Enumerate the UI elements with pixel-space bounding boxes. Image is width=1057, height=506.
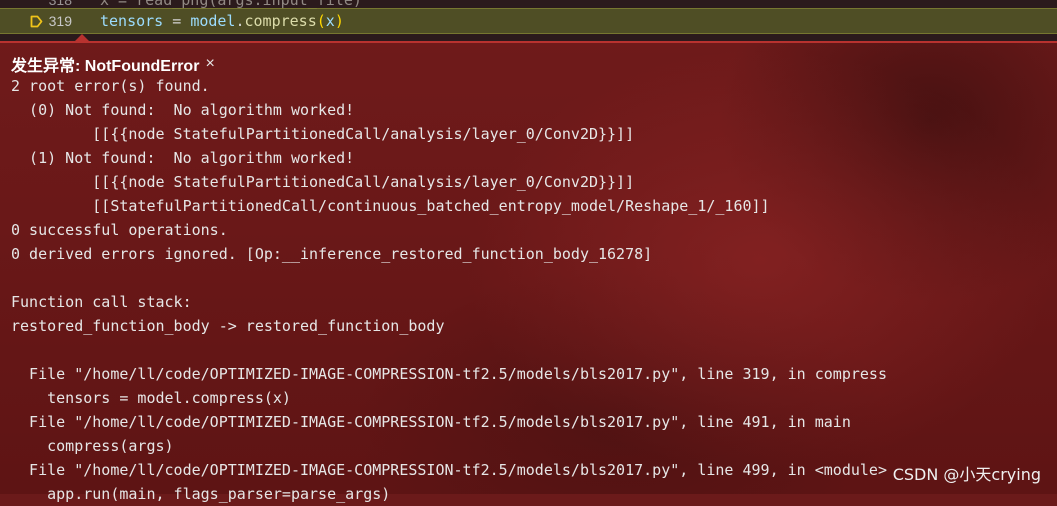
exception-message-line: (0) Not found: No algorithm worked! (11, 101, 355, 119)
exception-message-line: [[StatefulPartitionedCall/continuous_bat… (11, 197, 770, 215)
close-icon[interactable]: × (205, 55, 214, 73)
exception-message: 2 root error(s) found. (0) Not found: No… (11, 74, 887, 506)
exception-message-line: app.run(main, flags_parser=parse_args) (11, 485, 391, 503)
code-token-argument: x (325, 12, 335, 30)
exception-message-line: Function call stack: (11, 293, 192, 311)
code-token-paren-close: ) (334, 12, 344, 30)
exception-peek-widget: 发生异常: NotFoundError × 2 root error(s) fo… (0, 34, 1057, 503)
code-text: tensors = model.compress(x) (86, 12, 344, 30)
editor-code-area[interactable]: 318 x = read_png(args.input_file) 319 te… (0, 0, 1057, 41)
code-token-variable: tensors (100, 12, 164, 30)
line-number-gutter: 318 (0, 0, 86, 8)
exception-message-line: restored_function_body -> restored_funct… (11, 317, 445, 335)
exception-message-line: (1) Not found: No algorithm worked! (11, 149, 355, 167)
exception-message-line: tensors = model.compress(x) (11, 389, 291, 407)
exception-header: 发生异常: NotFoundError × (11, 52, 215, 76)
exception-message-line: File "/home/ll/code/OPTIMIZED-IMAGE-COMP… (11, 413, 851, 431)
exception-message-line (11, 338, 887, 362)
exception-message-line: [[{{node StatefulPartitionedCall/analysi… (11, 125, 635, 143)
line-number-gutter: 319 (0, 13, 86, 29)
exception-message-line: File "/home/ll/code/OPTIMIZED-IMAGE-COMP… (11, 461, 887, 479)
line-number: 318 (48, 0, 72, 8)
code-token-function: compress (244, 12, 317, 30)
exception-message-line: 0 derived errors ignored. [Op:__inferenc… (11, 245, 653, 263)
watermark: CSDN @小天crying (892, 465, 1041, 484)
exception-message-line (11, 266, 887, 290)
exception-pointer-arrow (74, 34, 90, 42)
debug-current-line-arrow-icon[interactable] (30, 15, 43, 28)
code-token-operator: = (163, 12, 191, 30)
code-token-paren-open: ( (316, 12, 326, 30)
code-token-object: model (190, 12, 236, 30)
exception-message-line: 0 successful operations. (11, 221, 228, 239)
exception-message-line: 2 root error(s) found. (11, 77, 210, 95)
code-token-dot: . (235, 12, 245, 30)
exception-message-line: File "/home/ll/code/OPTIMIZED-IMAGE-COMP… (11, 365, 887, 383)
line-number: 319 (48, 13, 72, 29)
exception-message-line: compress(args) (11, 437, 174, 455)
code-line-319-current[interactable]: 319 tensors = model.compress(x) (0, 8, 1057, 34)
exception-title: 发生异常: NotFoundError (11, 58, 200, 75)
exception-message-line: [[{{node StatefulPartitionedCall/analysi… (11, 173, 635, 191)
